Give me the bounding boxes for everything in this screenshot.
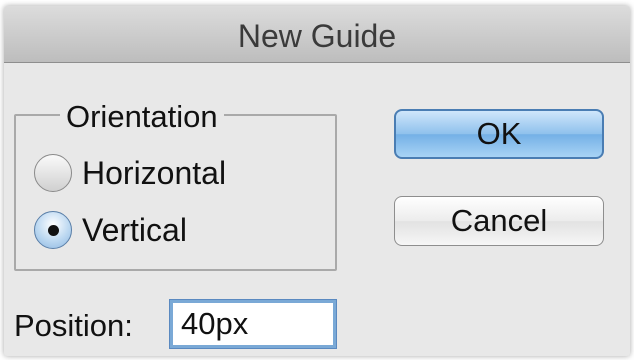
position-input[interactable]	[169, 299, 337, 349]
radio-horizontal[interactable]: Horizontal	[34, 154, 226, 192]
radio-horizontal-label: Horizontal	[82, 154, 227, 191]
radio-dot-icon	[47, 224, 59, 236]
orientation-legend: Orientation	[60, 100, 224, 134]
title-bar[interactable]: New Guide	[4, 6, 630, 63]
cancel-button[interactable]: Cancel	[394, 196, 604, 246]
ok-button[interactable]: OK	[394, 109, 604, 159]
radio-checked-icon[interactable]	[34, 211, 72, 249]
radio-unchecked-icon[interactable]	[34, 154, 72, 192]
dialog-title: New Guide	[237, 17, 397, 54]
radio-vertical[interactable]: Vertical	[34, 211, 187, 249]
position-label: Position:	[14, 308, 133, 343]
new-guide-dialog: New Guide Orientation Horizontal Vertica…	[4, 6, 630, 356]
radio-vertical-label: Vertical	[82, 211, 187, 248]
